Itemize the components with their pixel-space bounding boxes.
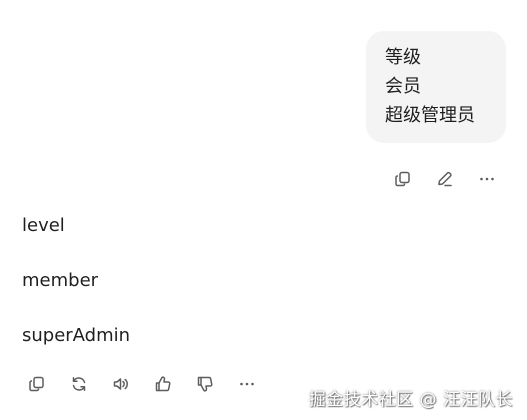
assistant-reply-line: superAdmin [22,325,131,346]
regenerate-icon [72,377,86,391]
user-message-actions [390,167,500,191]
edit-icon [438,171,452,187]
user-message-line: 会员 [385,76,421,97]
edit-button[interactable] [432,166,458,192]
watermark: 掘金技术社区 @ 汪汪队长 [308,390,513,410]
more-button[interactable] [474,166,500,192]
user-message-bubble: 等级 会员 超级管理员 [366,31,506,143]
read-aloud-icon [113,378,128,390]
more-icon [240,382,254,386]
copy-button[interactable] [390,166,416,192]
thumbs-down-icon [197,376,213,392]
copy-icon [395,171,410,187]
copy-icon [29,376,44,392]
copy-button[interactable] [24,371,50,397]
thumbs-down-button[interactable] [192,371,218,397]
regenerate-button[interactable] [66,371,92,397]
user-message-line: 等级 [385,47,421,68]
assistant-reply-line: member [22,270,99,291]
user-message-line: 超级管理员 [385,105,475,126]
assistant-reply: level member superAdmin [22,212,130,350]
thumbs-up-button[interactable] [150,371,176,397]
more-button[interactable] [234,371,260,397]
more-icon [480,177,494,181]
assistant-message-actions [24,371,260,397]
read-aloud-button[interactable] [108,371,134,397]
assistant-reply-line: level [22,215,65,236]
thumbs-up-icon [155,376,171,392]
